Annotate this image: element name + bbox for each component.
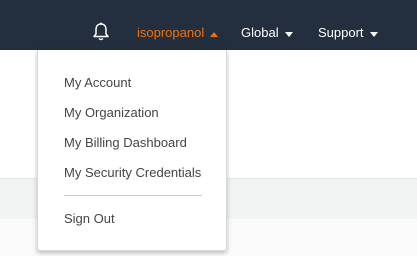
caret-down-icon: [284, 0, 293, 65]
bell-icon[interactable]: [92, 22, 110, 42]
support-menu-toggle[interactable]: Support: [318, 0, 378, 50]
menu-item-sign-out[interactable]: Sign Out: [64, 211, 115, 226]
account-name-label: isopropanol: [137, 25, 205, 40]
menu-divider: [64, 195, 202, 196]
support-label: Support: [318, 25, 364, 40]
region-menu-toggle[interactable]: Global: [241, 0, 293, 50]
menu-item-my-security-credentials[interactable]: My Security Credentials: [64, 165, 201, 180]
account-dropdown-menu: My Account My Organization My Billing Da…: [37, 50, 227, 251]
region-label: Global: [241, 25, 279, 40]
top-navigation-bar: isopropanol Global Support: [0, 0, 417, 50]
menu-item-my-account[interactable]: My Account: [64, 75, 131, 90]
caret-down-icon: [369, 0, 378, 65]
account-menu-toggle[interactable]: isopropanol: [137, 0, 219, 50]
menu-item-my-billing-dashboard[interactable]: My Billing Dashboard: [64, 135, 187, 150]
menu-item-my-organization[interactable]: My Organization: [64, 105, 159, 120]
